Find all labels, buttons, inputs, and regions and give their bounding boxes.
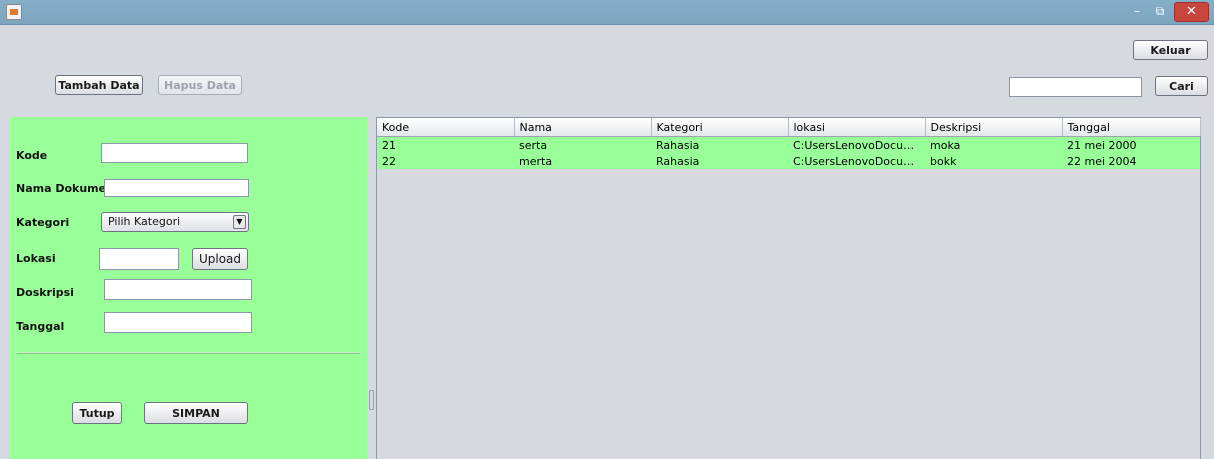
column-header-kategori[interactable]: Kategori (651, 118, 789, 137)
kategori-dropdown[interactable]: Pilih Kategori ▼ (101, 212, 249, 232)
tutup-button[interactable]: Tutup (72, 402, 122, 424)
table-cell: merta (514, 153, 651, 169)
kategori-selected: Pilih Kategori (108, 215, 181, 228)
cari-button[interactable]: Cari (1155, 76, 1208, 96)
deskripsi-label: Doskripsi (16, 286, 74, 299)
upload-button[interactable]: Upload (192, 248, 248, 270)
table-row[interactable]: 22 merta Rahasia C:UsersLenovoDocume... … (377, 153, 1200, 169)
tanggal-field[interactable] (104, 312, 252, 333)
table-cell: Rahasia (651, 153, 788, 169)
tanggal-label: Tanggal (16, 320, 65, 333)
kategori-label: Kategori (16, 216, 70, 229)
lokasi-field[interactable] (99, 248, 179, 270)
table-cell: C:UsersLenovoDocume... (788, 153, 925, 169)
kode-label: Kode (16, 149, 48, 162)
divider-grip-icon[interactable] (369, 390, 374, 410)
minimize-icon[interactable]: – (1127, 2, 1147, 20)
table-cell: C:UsersLenovoDocume... (788, 136, 925, 153)
close-icon[interactable]: ✕ (1174, 2, 1209, 22)
column-header-nama[interactable]: Nama (514, 118, 652, 137)
column-header-deskripsi[interactable]: Deskripsi (925, 118, 1063, 137)
keluar-button[interactable]: Keluar (1133, 40, 1208, 60)
title-bar: – ⧉ ✕ (0, 0, 1214, 25)
restore-icon[interactable]: ⧉ (1150, 2, 1170, 20)
search-input[interactable] (1009, 77, 1142, 97)
simpan-button[interactable]: SIMPAN (144, 402, 248, 424)
table-cell: serta (514, 136, 651, 153)
lokasi-label: Lokasi (16, 252, 56, 265)
data-table: Kode Nama Kategori lokasi Deskripsi Tang… (377, 118, 1201, 169)
nama-dokumen-field[interactable] (104, 179, 249, 197)
chevron-down-icon[interactable]: ▼ (233, 215, 246, 229)
java-app-icon (6, 4, 22, 20)
column-header-kode[interactable]: Kode (377, 118, 515, 137)
form-separator (17, 352, 360, 354)
table-row[interactable]: 21 serta Rahasia C:UsersLenovoDocume... … (377, 136, 1200, 153)
table-cell: 21 (377, 136, 514, 153)
table-header: Kode Nama Kategori lokasi Deskripsi Tang… (377, 118, 1201, 137)
table-cell: 21 mei 2000 (1062, 136, 1200, 153)
nama-dokumen-label: Nama Dokumen (16, 182, 114, 195)
form-panel: Kode Nama Dokumen Kategori Pilih Kategor… (10, 117, 367, 459)
data-table-panel: Kode Nama Kategori lokasi Deskripsi Tang… (376, 117, 1201, 459)
table-cell: 22 (377, 153, 514, 169)
tambah-data-button[interactable]: Tambah Data (55, 75, 143, 95)
column-header-tanggal[interactable]: Tanggal (1062, 118, 1201, 137)
table-cell: Rahasia (651, 136, 788, 153)
kode-field[interactable] (101, 143, 248, 163)
column-header-lokasi[interactable]: lokasi (788, 118, 926, 137)
deskripsi-field[interactable] (104, 279, 252, 300)
table-cell: moka (925, 136, 1062, 153)
table-cell: bokk (925, 153, 1062, 169)
hapus-data-button[interactable]: Hapus Data (158, 75, 242, 95)
table-cell: 22 mei 2004 (1062, 153, 1200, 169)
